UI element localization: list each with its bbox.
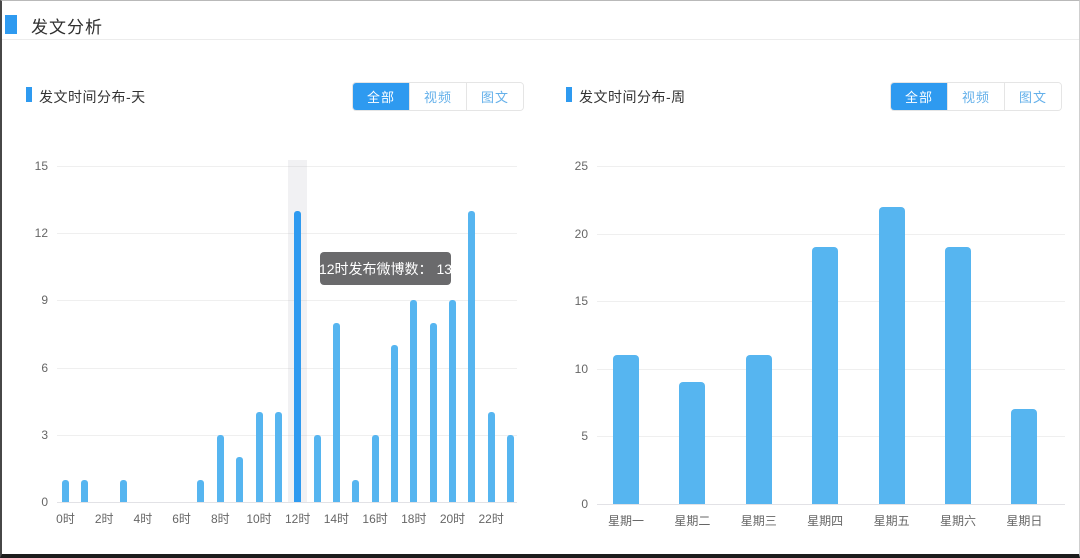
x-tick-label: 6时: [162, 510, 202, 527]
bar[interactable]: [488, 412, 495, 502]
bar[interactable]: [333, 323, 340, 502]
bar[interactable]: [236, 457, 243, 502]
y-tick-label: 25: [554, 159, 588, 173]
x-tick-label: 12时: [278, 510, 318, 527]
bar[interactable]: [352, 480, 359, 502]
x-tick-label: 8时: [200, 510, 240, 527]
bar[interactable]: [945, 247, 971, 504]
bar[interactable]: [679, 382, 705, 504]
x-tick-label: 20时: [433, 510, 473, 527]
bar[interactable]: [81, 480, 88, 502]
bar[interactable]: [372, 435, 379, 502]
bar[interactable]: [812, 247, 838, 504]
x-tick-label: 星期三: [727, 512, 791, 529]
chart-tooltip: 12时发布微博数： 13: [320, 252, 451, 285]
grid-line: [597, 504, 1065, 505]
y-tick-label: 9: [14, 293, 48, 307]
bar[interactable]: [197, 480, 204, 502]
grid-line: [597, 234, 1065, 235]
y-tick-label: 6: [14, 361, 48, 375]
bar[interactable]: [430, 323, 437, 502]
x-tick-label: 0时: [46, 510, 86, 527]
y-tick-label: 12: [14, 226, 48, 240]
bar[interactable]: [410, 300, 417, 502]
x-tick-label: 22时: [471, 510, 511, 527]
bar[interactable]: [256, 412, 263, 502]
y-tick-label: 0: [554, 497, 588, 511]
y-tick-label: 10: [554, 362, 588, 376]
y-tick-label: 15: [14, 159, 48, 173]
grid-line: [57, 300, 517, 301]
grid-line: [57, 368, 517, 369]
y-tick-label: 20: [554, 227, 588, 241]
x-tick-label: 星期五: [860, 512, 924, 529]
x-tick-label: 星期六: [926, 512, 990, 529]
grid-line: [57, 166, 517, 167]
bar[interactable]: [1011, 409, 1037, 504]
x-tick-label: 14时: [316, 510, 356, 527]
y-tick-label: 5: [554, 429, 588, 443]
x-tick-label: 星期一: [594, 512, 658, 529]
x-tick-label: 18时: [394, 510, 434, 527]
post-analysis-page: 发文分析 发文时间分布-天 全部 视频 图文 发文时间分布-周 全部 视频 图文…: [0, 0, 1080, 558]
bar[interactable]: [391, 345, 398, 502]
grid-line: [597, 166, 1065, 167]
y-tick-label: 15: [554, 294, 588, 308]
charts-layer: 0 3 6 9 12 15 0时2时4时6时8时10时12时14时16时18时20时22时 0…: [2, 1, 1080, 558]
bar[interactable]: [468, 211, 475, 502]
x-tick-label: 星期二: [660, 512, 724, 529]
grid-line: [57, 435, 517, 436]
bar[interactable]: [314, 435, 321, 502]
x-tick-label: 16时: [355, 510, 395, 527]
bar[interactable]: [449, 300, 456, 502]
x-tick-label: 星期日: [992, 512, 1056, 529]
bar[interactable]: [62, 480, 69, 502]
bar[interactable]: [120, 480, 127, 502]
x-tick-label: 星期四: [793, 512, 857, 529]
bar[interactable]: [294, 211, 301, 502]
bar[interactable]: [879, 207, 905, 504]
bar[interactable]: [275, 412, 282, 502]
y-tick-label: 3: [14, 428, 48, 442]
grid-line: [57, 233, 517, 234]
bar[interactable]: [613, 355, 639, 504]
x-tick-label: 10时: [239, 510, 279, 527]
y-tick-label: 0: [14, 495, 48, 509]
x-tick-label: 2时: [84, 510, 124, 527]
x-tick-label: 4时: [123, 510, 163, 527]
grid-line: [57, 502, 517, 503]
bar[interactable]: [217, 435, 224, 502]
bar[interactable]: [507, 435, 514, 502]
bar[interactable]: [746, 355, 772, 504]
